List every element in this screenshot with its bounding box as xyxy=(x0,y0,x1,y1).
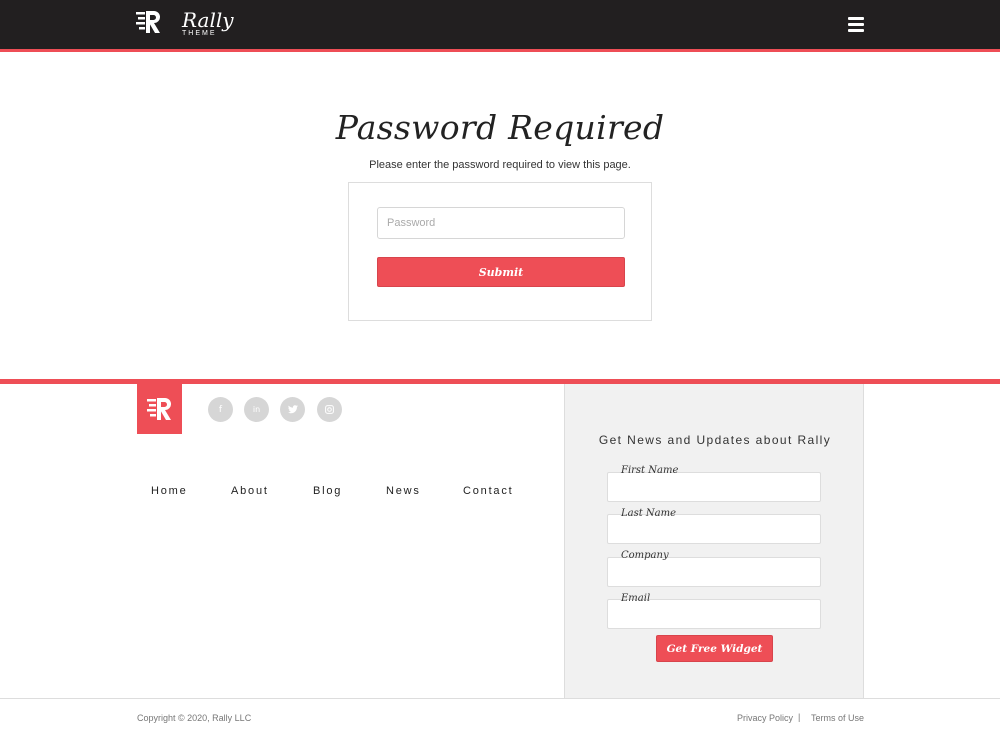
password-form: Submit xyxy=(348,182,652,321)
privacy-policy-link[interactable]: Privacy Policy xyxy=(737,713,793,723)
last-name-label: Last Name xyxy=(621,508,677,519)
first-name-label: First Name xyxy=(621,465,679,476)
footer-bottom-divider xyxy=(0,698,1000,699)
footer-nav-contact[interactable]: Contact xyxy=(463,485,514,497)
legal-separator: | xyxy=(798,712,801,722)
footer-nav-home[interactable]: Home xyxy=(151,485,188,497)
first-name-field[interactable] xyxy=(607,472,821,502)
logo-text: Rally THEME xyxy=(182,9,234,37)
twitter-icon[interactable] xyxy=(280,397,305,422)
site-header: Rally THEME xyxy=(0,0,1000,52)
logo-name: Rally xyxy=(182,8,234,32)
hamburger-icon[interactable] xyxy=(848,17,864,32)
site-logo[interactable]: Rally THEME xyxy=(136,9,234,37)
newsletter-title: Get News and Updates about Rally xyxy=(598,433,832,447)
footer-nav-blog[interactable]: Blog xyxy=(313,485,342,497)
newsletter-panel: Get News and Updates about Rally First N… xyxy=(564,384,864,698)
instagram-icon[interactable] xyxy=(317,397,342,422)
footer-logo[interactable] xyxy=(137,383,182,434)
terms-of-use-link[interactable]: Terms of Use xyxy=(811,713,864,723)
password-input[interactable] xyxy=(377,207,625,239)
submit-button[interactable]: Submit xyxy=(377,257,625,287)
linkedin-icon[interactable]: in xyxy=(244,397,269,422)
get-free-widget-button[interactable]: Get Free Widget xyxy=(656,635,773,662)
footer-nav-about[interactable]: About xyxy=(231,485,269,497)
company-label: Company xyxy=(621,550,669,561)
facebook-icon[interactable]: f xyxy=(208,397,233,422)
page-title: Password Required xyxy=(335,108,665,147)
email-label: Email xyxy=(621,593,651,604)
rally-logo-icon xyxy=(136,9,162,35)
copyright-text: Copyright © 2020, Rally LLC xyxy=(137,713,252,723)
page-subtitle: Please enter the password required to vi… xyxy=(369,159,631,171)
company-field[interactable] xyxy=(607,557,821,587)
footer-nav-news[interactable]: News xyxy=(386,485,421,497)
rally-logo-icon xyxy=(147,398,171,420)
